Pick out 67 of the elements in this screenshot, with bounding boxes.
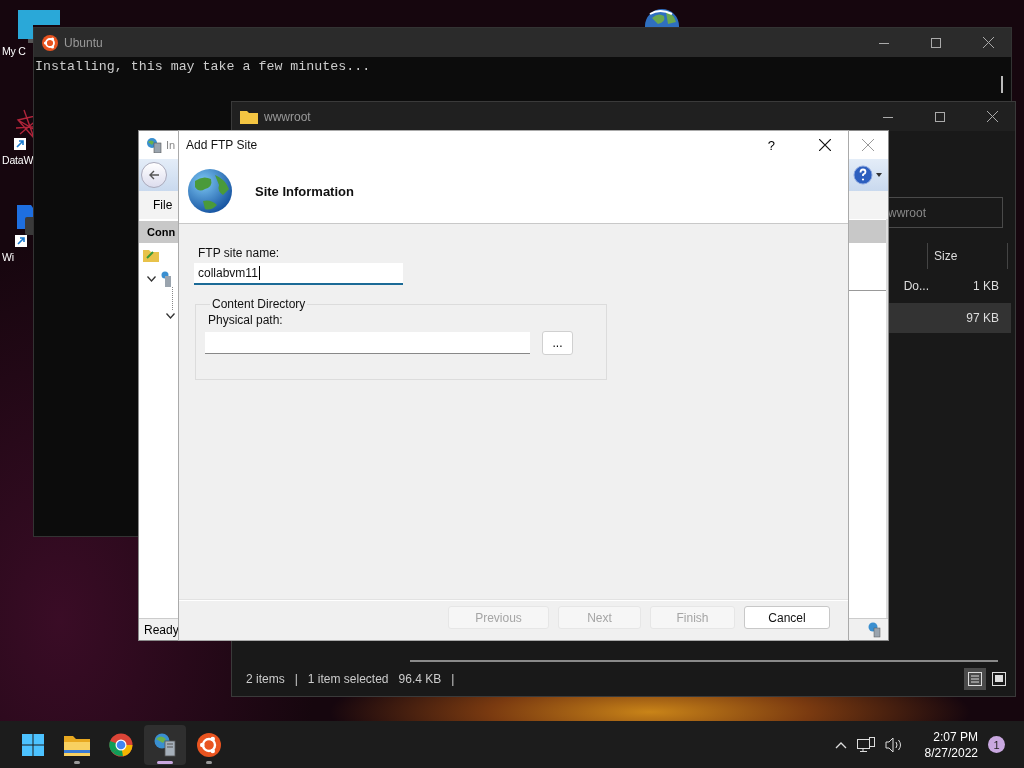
scroll-thumb[interactable] <box>1001 76 1003 93</box>
clock-time[interactable]: 2:07 PM <box>933 728 978 745</box>
close-icon <box>819 139 831 151</box>
list-icon <box>968 672 982 686</box>
close-icon <box>862 139 874 151</box>
status-text: | <box>451 672 455 686</box>
chevron-icon[interactable] <box>147 276 156 282</box>
file-size: 97 KB <box>965 311 1000 325</box>
notification-badge[interactable]: 1 <box>988 736 1005 753</box>
column-header[interactable]: Size <box>927 243 1008 269</box>
monitor-icon[interactable] <box>18 25 33 43</box>
server-icon <box>153 732 177 757</box>
mesh-icon[interactable] <box>14 108 33 152</box>
close-icon <box>986 111 998 122</box>
status-text: 2 items <box>246 672 285 686</box>
help-icon[interactable] <box>853 165 873 185</box>
folder-icon <box>240 109 258 124</box>
server-icon <box>868 621 884 638</box>
field-label: Physical path: <box>208 313 284 327</box>
back-button[interactable] <box>141 162 167 188</box>
browser-icon <box>109 732 133 757</box>
maximize-icon <box>935 111 945 122</box>
tree-line <box>172 287 173 311</box>
menu-item[interactable]: File <box>153 198 173 212</box>
close-icon <box>982 37 994 48</box>
network-icon[interactable] <box>856 736 875 753</box>
icon-label[interactable]: My C <box>2 45 26 57</box>
preview-icon <box>992 672 1006 686</box>
window-title: In <box>166 139 176 151</box>
taskbar-button[interactable] <box>144 724 186 765</box>
field-label: FTP site name: <box>197 246 281 260</box>
window-title: wwwroot <box>264 109 311 124</box>
maximize-icon <box>931 37 941 48</box>
group-label: Content Directory <box>211 297 307 311</box>
page-heading: Site Information <box>255 183 354 199</box>
caret-icon[interactable] <box>876 173 882 177</box>
status-text: Ready <box>144 622 179 637</box>
folder-icon <box>64 733 90 756</box>
file-name: Do... <box>903 279 929 293</box>
status-text: 1 item selected <box>307 672 389 686</box>
wizard-button[interactable]: Cancel <box>744 606 830 629</box>
speaker-icon[interactable] <box>884 736 903 753</box>
chevron-icon[interactable] <box>166 313 175 319</box>
clock-date[interactable]: 8/27/2022 <box>924 744 978 761</box>
input-field[interactable] <box>205 332 530 354</box>
window-title: Ubuntu <box>64 35 103 50</box>
help-button[interactable]: ? <box>761 137 781 153</box>
server-icon <box>161 271 171 287</box>
dialog-title: Add FTP Site <box>186 138 258 152</box>
status-text: 96.4 KB <box>398 672 442 686</box>
chevron-up-icon[interactable] <box>834 740 847 749</box>
list-view-button[interactable] <box>964 668 986 690</box>
back-arrow-icon <box>148 170 160 180</box>
logo-icon <box>42 34 58 51</box>
file-size: 1 KB <box>972 279 1000 293</box>
scroll-bar[interactable] <box>410 660 998 662</box>
server-icon <box>146 137 162 153</box>
browse-button[interactable]: ... <box>542 331 573 355</box>
status-text: | <box>294 672 298 686</box>
input-field[interactable]: collabvm11 <box>194 263 403 285</box>
windows-icon <box>22 733 44 756</box>
icon-label[interactable]: DataW <box>2 154 34 166</box>
globe-icon <box>187 167 233 215</box>
icon-label[interactable]: Wi <box>2 251 14 263</box>
folder-icon[interactable] <box>143 248 159 262</box>
terminal-output: Installing, this may take a few minutes... <box>34 58 372 74</box>
logo-icon <box>197 732 221 757</box>
